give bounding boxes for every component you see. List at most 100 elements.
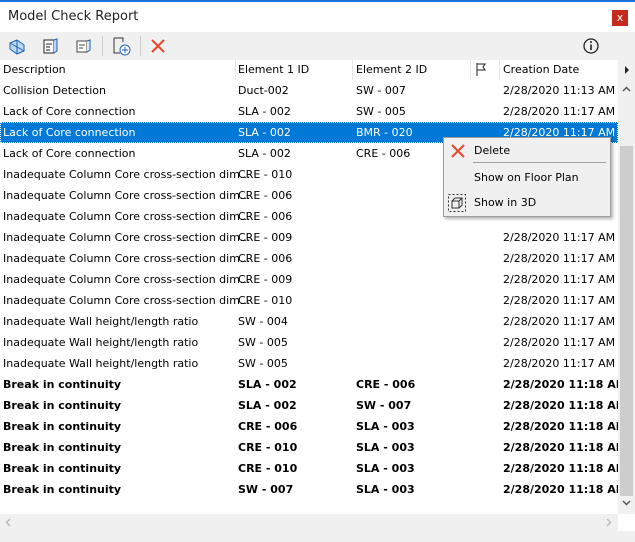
element-properties-icon[interactable]: [39, 35, 61, 57]
toolbar-divider: [140, 36, 141, 56]
cell-element2: SW - 005: [356, 105, 406, 118]
cell-element1: SW - 005: [238, 357, 288, 370]
table-row[interactable]: Break in continuity SLA - 002 CRE - 006 2/2…: [0, 374, 627, 395]
cell-element2: CRE - 006: [356, 147, 411, 160]
cell-description: Inadequate Wall height/length ratio: [3, 336, 199, 349]
menu-item-show-in-3d[interactable]: Show in 3D: [444, 192, 610, 214]
table-row[interactable]: Break in continuity CRE - 010 SLA - 003 2/2…: [0, 437, 627, 458]
cell-element1: SLA - 002: [238, 105, 291, 118]
table-row[interactable]: Inadequate Column Core cross-section dim…: [0, 248, 618, 269]
cell-element1: SLA - 002: [238, 378, 297, 391]
scroll-up-icon[interactable]: [622, 86, 631, 92]
column-header-date[interactable]: Creation Date: [503, 63, 579, 76]
delete-icon: [451, 144, 465, 158]
menu-item-delete[interactable]: Delete: [444, 140, 610, 162]
cell-date: 2/28/2020 11:17 AM: [503, 294, 616, 307]
vertical-scrollbar[interactable]: [618, 80, 635, 514]
cell-element2: SLA - 003: [356, 441, 415, 454]
table-row[interactable]: Inadequate Wall height/length ratio SW - …: [0, 353, 618, 374]
cell-date: 2/28/2020 11:17 AM: [503, 315, 616, 328]
cell-element2: SW - 007: [356, 84, 406, 97]
cell-description: Inadequate Wall height/length ratio: [3, 315, 199, 328]
cell-element1: CRE - 010: [238, 168, 293, 181]
cell-description: Inadequate Column Core cross-section dim…: [3, 294, 251, 307]
menu-item-label: Show in 3D: [474, 196, 537, 209]
column-header-description[interactable]: Description: [3, 63, 66, 76]
cell-date: 2/28/2020 11:17 AM: [503, 357, 616, 370]
table-row[interactable]: Break in continuity CRE - 006 SLA - 003 2/2…: [0, 416, 627, 437]
cell-element1: SLA - 002: [238, 147, 291, 160]
cell-description: Break in continuity: [3, 462, 122, 475]
cell-date: 2/28/2020 11:17 AM: [503, 273, 616, 286]
cell-date: 2/28/2020 11:17 AM: [503, 252, 616, 265]
cell-description: Collision Detection: [3, 84, 107, 97]
cell-description: Inadequate Column Core cross-section dim…: [3, 231, 251, 244]
scroll-right-icon[interactable]: [606, 518, 612, 527]
cell-description: Break in continuity: [3, 441, 122, 454]
title-bar: Model Check Report x: [0, 0, 635, 32]
cell-description: Break in continuity: [3, 420, 122, 433]
scrollbar-thumb[interactable]: [620, 146, 633, 496]
column-divider[interactable]: [235, 60, 236, 80]
cell-description: Break in continuity: [3, 378, 122, 391]
zoom-to-element-icon[interactable]: [6, 35, 28, 57]
scroll-left-icon[interactable]: [5, 518, 11, 527]
table-row[interactable]: Inadequate Column Core cross-section dim…: [0, 227, 618, 248]
context-menu: Delete Show on Floor Plan Show in 3D: [443, 137, 611, 217]
cell-date: 2/28/2020 11:17 AM: [503, 105, 616, 118]
table-row[interactable]: Collision Detection Duct-002 SW - 007 2/28/…: [0, 80, 618, 101]
column-header-element2[interactable]: Element 2 ID: [356, 63, 427, 76]
cell-date: 2/28/2020 11:17 AM: [503, 231, 616, 244]
menu-item-show-on-floor-plan[interactable]: Show on Floor Plan: [444, 167, 610, 189]
table-row[interactable]: Break in continuity SW - 007 SLA - 003 2/28…: [0, 479, 627, 500]
menu-item-label: Delete: [474, 144, 511, 157]
cube-3d-icon: [448, 194, 466, 212]
scroll-columns-right-button[interactable]: [618, 60, 635, 80]
cell-element1: CRE - 009: [238, 231, 293, 244]
cell-element1: SW - 004: [238, 315, 288, 328]
cell-element1: CRE - 010: [238, 462, 298, 475]
cell-element1: CRE - 009: [238, 273, 293, 286]
cell-element1: SLA - 002: [238, 399, 297, 412]
column-divider[interactable]: [470, 60, 471, 80]
cell-element2: SLA - 003: [356, 462, 415, 475]
table-row[interactable]: Inadequate Column Core cross-section dim…: [0, 290, 618, 311]
table-row[interactable]: Break in continuity SLA - 002 SW - 007 2/28…: [0, 395, 627, 416]
toolbar-divider: [102, 36, 103, 56]
table-row[interactable]: Inadequate Wall height/length ratio SW - …: [0, 332, 618, 353]
cell-description: Inadequate Column Core cross-section dim…: [3, 252, 251, 265]
cell-description: Inadequate Column Core cross-section dim…: [3, 273, 251, 286]
cell-element2: CRE - 006: [356, 378, 416, 391]
column-divider[interactable]: [499, 60, 500, 80]
cell-description: Lack of Core connection: [3, 105, 136, 118]
cell-date: 2/28/2020 11:17 AM: [503, 336, 616, 349]
cell-description: Lack of Core connection: [3, 126, 136, 139]
table-row[interactable]: Break in continuity CRE - 010 SLA - 003 2/2…: [0, 458, 627, 479]
cell-element2: BMR - 020: [356, 126, 413, 139]
table-row[interactable]: Inadequate Wall height/length ratio SW - …: [0, 311, 618, 332]
cell-element1: CRE - 006: [238, 420, 298, 433]
status-area: [0, 531, 635, 542]
cell-date: 2/28/2020 11:18 AM: [503, 420, 627, 433]
column-header-element1[interactable]: Element 1 ID: [238, 63, 309, 76]
cell-element1: CRE - 010: [238, 441, 298, 454]
element-settings-icon[interactable]: [72, 35, 94, 57]
cell-element1: Duct-002: [238, 84, 289, 97]
table-row[interactable]: Inadequate Column Core cross-section dim…: [0, 269, 618, 290]
add-report-icon[interactable]: [110, 35, 132, 57]
cell-description: Inadequate Column Core cross-section dim…: [3, 189, 251, 202]
cell-description: Inadequate Column Core cross-section dim…: [3, 210, 251, 223]
scroll-down-icon[interactable]: [622, 500, 631, 506]
close-button[interactable]: x: [612, 10, 628, 26]
column-divider[interactable]: [352, 60, 353, 80]
table-header: Description Element 1 ID Element 2 ID Cr…: [0, 60, 618, 80]
cell-date: 2/28/2020 11:18 AM: [503, 483, 627, 496]
window-title: Model Check Report: [8, 9, 139, 24]
info-icon[interactable]: [580, 35, 602, 57]
flag-icon[interactable]: [475, 62, 487, 79]
horizontal-scrollbar[interactable]: [0, 514, 618, 531]
delete-icon[interactable]: [147, 35, 169, 57]
cell-description: Inadequate Wall height/length ratio: [3, 357, 199, 370]
cell-element1: CRE - 010: [238, 294, 293, 307]
table-row[interactable]: Lack of Core connection SLA - 002 SW - 005…: [0, 101, 618, 122]
